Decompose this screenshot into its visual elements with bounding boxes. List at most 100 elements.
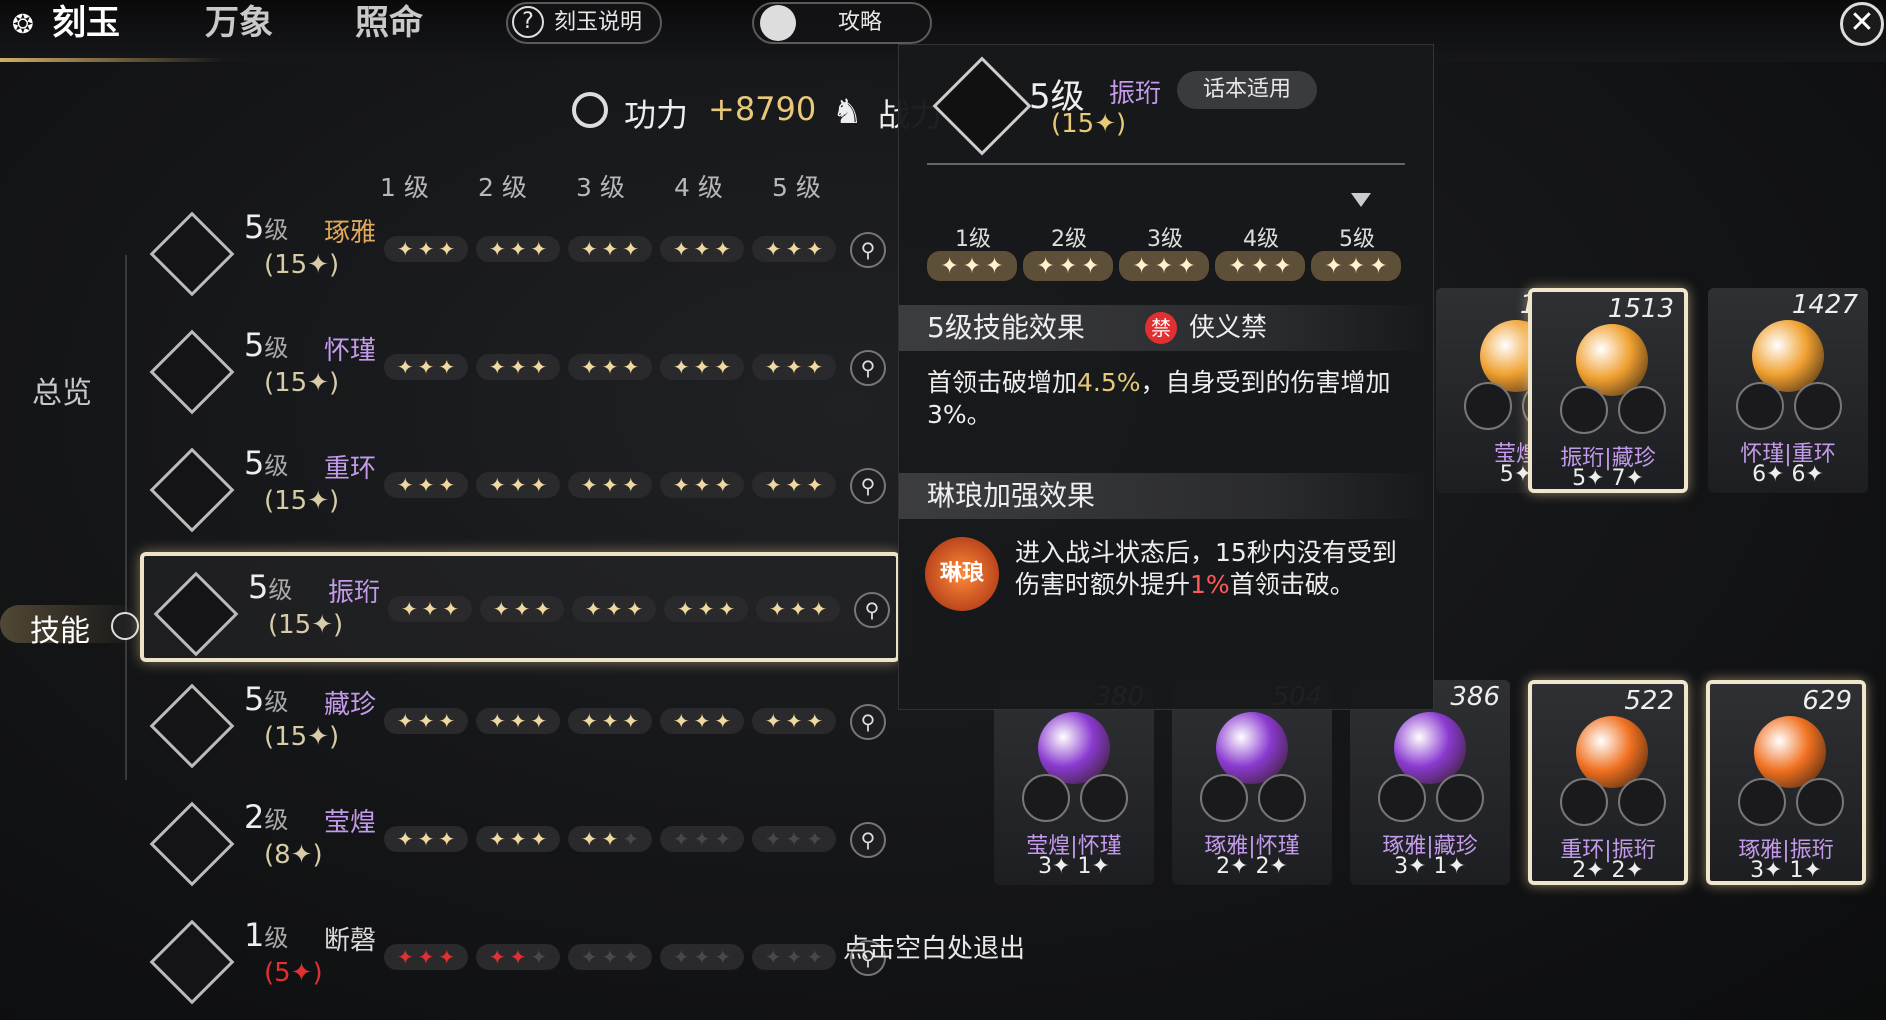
jade-card[interactable]: 1427 怀瑾|重环 6✦ 6✦	[1708, 288, 1868, 493]
combat-icon: ♞	[832, 92, 863, 132]
popup-points: (15✦)	[1051, 109, 1127, 139]
star-icon: ✦	[714, 473, 732, 497]
skill-name: 怀瑾	[324, 336, 377, 366]
skill-row[interactable]: 5级 琢雅 (15✦) ✦ ✦ ✦ ✦ ✦ ✦ ✦ ✦ ✦ ✦ ✦ ✦ ✦ ✦ ✦ ⚲	[140, 196, 900, 306]
gem-icon: ❂	[12, 10, 34, 40]
star-icon: ✦	[530, 473, 548, 497]
tab-keyu[interactable]: 刻玉	[52, 0, 120, 50]
guide-label: 攻略	[838, 10, 883, 35]
star-icon: ✦	[764, 237, 782, 261]
nav-skills[interactable]: 技能	[30, 606, 90, 650]
boost-text-post: 首领击破。	[1229, 570, 1355, 599]
search-icon[interactable]: ⚲	[854, 592, 890, 628]
star-icon: ✦	[693, 473, 711, 497]
star-icon: ✦	[396, 709, 414, 733]
skill-row[interactable]: 5级 藏珍 (15✦) ✦ ✦ ✦ ✦ ✦ ✦ ✦ ✦ ✦ ✦ ✦ ✦ ✦ ✦ ✦ ⚲	[140, 668, 900, 778]
attribute-icon	[1022, 774, 1070, 822]
star-icon: ✦	[693, 355, 711, 379]
star-icon: ✦	[714, 355, 732, 379]
star-icon: ✦	[806, 473, 824, 497]
star-icon: ✦	[488, 355, 506, 379]
card-values: 3✦ 1✦	[1394, 854, 1466, 879]
tab-zhaoming[interactable]: 照命	[355, 0, 423, 50]
skill-points: (15✦)	[264, 250, 340, 280]
star-segment: ✦ ✦ ✦	[384, 826, 468, 852]
star-icon: ✦	[492, 597, 510, 621]
attribute-icon	[1796, 778, 1844, 826]
star-icon: ✦	[693, 945, 711, 969]
star-icon: ✦	[672, 355, 690, 379]
star-icon: ✦	[714, 237, 732, 261]
star-track: ✦ ✦ ✦ ✦ ✦ ✦ ✦ ✦ ✦ ✦ ✦ ✦ ✦ ✦ ✦	[384, 826, 844, 856]
star-icon: ✦	[1369, 253, 1388, 279]
skill-level-value: 5	[244, 208, 265, 246]
popup-star-segment: ✦ ✦ ✦	[1215, 251, 1305, 281]
jade-card[interactable]: 386 琢雅|藏珍 3✦ 1✦	[1350, 680, 1510, 885]
nav-overview[interactable]: 总览	[32, 368, 92, 412]
card-values: 2✦ 2✦	[1572, 858, 1644, 883]
attribute-icon	[1200, 774, 1248, 822]
attribute-icon	[1436, 774, 1484, 822]
star-icon: ✦	[530, 709, 548, 733]
search-icon[interactable]: ⚲	[850, 350, 886, 386]
tab-wanxiang[interactable]: 万象	[205, 0, 273, 50]
search-icon[interactable]: ⚲	[850, 822, 886, 858]
search-icon[interactable]: ⚲	[850, 704, 886, 740]
star-segment: ✦ ✦ ✦	[752, 354, 836, 380]
skill-row[interactable]: 2级 莹煌 (8✦) ✦ ✦ ✦ ✦ ✦ ✦ ✦ ✦ ✦ ✦ ✦ ✦ ✦ ✦ ✦ ⚲	[140, 786, 900, 896]
skill-name: 莹煌	[324, 808, 377, 838]
attribute-icon	[1560, 386, 1608, 434]
card-values: 2✦ 2✦	[1216, 854, 1288, 879]
skill-row[interactable]: 1级 断磬 (5✦) ✦ ✦ ✦ ✦ ✦ ✦ ✦ ✦ ✦ ✦ ✦ ✦ ✦ ✦ ✦ ⚲	[140, 904, 900, 1014]
star-icon: ✦	[601, 355, 619, 379]
star-icon: ✦	[438, 355, 456, 379]
popup-star-segment: ✦ ✦ ✦	[1119, 251, 1209, 281]
popup-level-5: 5级	[1339, 227, 1375, 252]
skill-row[interactable]: 5级 重环 (15✦) ✦ ✦ ✦ ✦ ✦ ✦ ✦ ✦ ✦ ✦ ✦ ✦ ✦ ✦ ✦ ⚲	[140, 432, 900, 542]
star-track: ✦ ✦ ✦ ✦ ✦ ✦ ✦ ✦ ✦ ✦ ✦ ✦ ✦ ✦ ✦	[384, 944, 844, 974]
search-icon[interactable]: ⚲	[850, 468, 886, 504]
skill-level-unit: 级	[264, 452, 289, 480]
skill-level-value: 5	[244, 680, 265, 718]
star-segment: ✦ ✦ ✦	[660, 708, 744, 734]
star-segment: ✦ ✦ ✦	[384, 472, 468, 498]
power-label: 功力	[624, 96, 689, 134]
star-icon: ✦	[672, 827, 690, 851]
star-segment: ✦ ✦ ✦	[384, 708, 468, 734]
star-icon: ✦	[396, 473, 414, 497]
star-icon: ✦	[806, 355, 824, 379]
jade-card[interactable]: 629 琢雅|振珩 3✦ 1✦	[1706, 680, 1866, 885]
star-segment: ✦ ✦ ✦	[756, 596, 840, 622]
guide-button[interactable]: 攻略	[752, 2, 932, 44]
star-icon: ✦	[396, 355, 414, 379]
star-segment: ✦ ✦ ✦	[476, 472, 560, 498]
star-icon: ✦	[442, 597, 460, 621]
attribute-icon	[1736, 382, 1784, 430]
skill-emblem-icon	[149, 329, 235, 415]
skill-level: 5级	[244, 680, 288, 718]
search-icon[interactable]: ⚲	[850, 232, 886, 268]
jade-card[interactable]: 380莹煌|怀瑾3✦ 1✦	[994, 680, 1154, 885]
star-icon: ✦	[530, 237, 548, 261]
card-values: 3✦ 1✦	[1038, 854, 1110, 879]
skill-row[interactable]: 5级 振珩 (15✦) ✦ ✦ ✦ ✦ ✦ ✦ ✦ ✦ ✦ ✦ ✦ ✦ ✦ ✦ ✦ ⚲	[140, 552, 900, 662]
active-tab-indicator	[0, 58, 225, 62]
skill-emblem-icon	[153, 571, 239, 657]
jade-card[interactable]: 1513 振珩|藏珍 5✦ 7✦	[1528, 288, 1688, 493]
close-icon[interactable]: ✕	[1840, 2, 1884, 46]
star-icon: ✦	[672, 709, 690, 733]
jade-card[interactable]: 522 重环|振珩 2✦ 2✦	[1528, 680, 1688, 885]
star-icon: ✦	[530, 827, 548, 851]
star-icon: ✦	[580, 473, 598, 497]
star-track: ✦ ✦ ✦ ✦ ✦ ✦ ✦ ✦ ✦ ✦ ✦ ✦ ✦ ✦ ✦	[384, 354, 844, 384]
popup-name: 振珩	[1109, 79, 1162, 109]
popup-level-4: 4级	[1243, 227, 1279, 252]
star-icon: ✦	[718, 597, 736, 621]
jade-card[interactable]: 504琢雅|怀瑾2✦ 2✦	[1172, 680, 1332, 885]
skill-row[interactable]: 5级 怀瑾 (15✦) ✦ ✦ ✦ ✦ ✦ ✦ ✦ ✦ ✦ ✦ ✦ ✦ ✦ ✦ ✦ ⚲	[140, 314, 900, 424]
star-icon: ✦	[768, 597, 786, 621]
help-button[interactable]: ? 刻玉说明	[506, 2, 662, 44]
star-segment: ✦ ✦ ✦	[568, 236, 652, 262]
star-icon: ✦	[1177, 253, 1196, 279]
star-icon: ✦	[785, 709, 803, 733]
